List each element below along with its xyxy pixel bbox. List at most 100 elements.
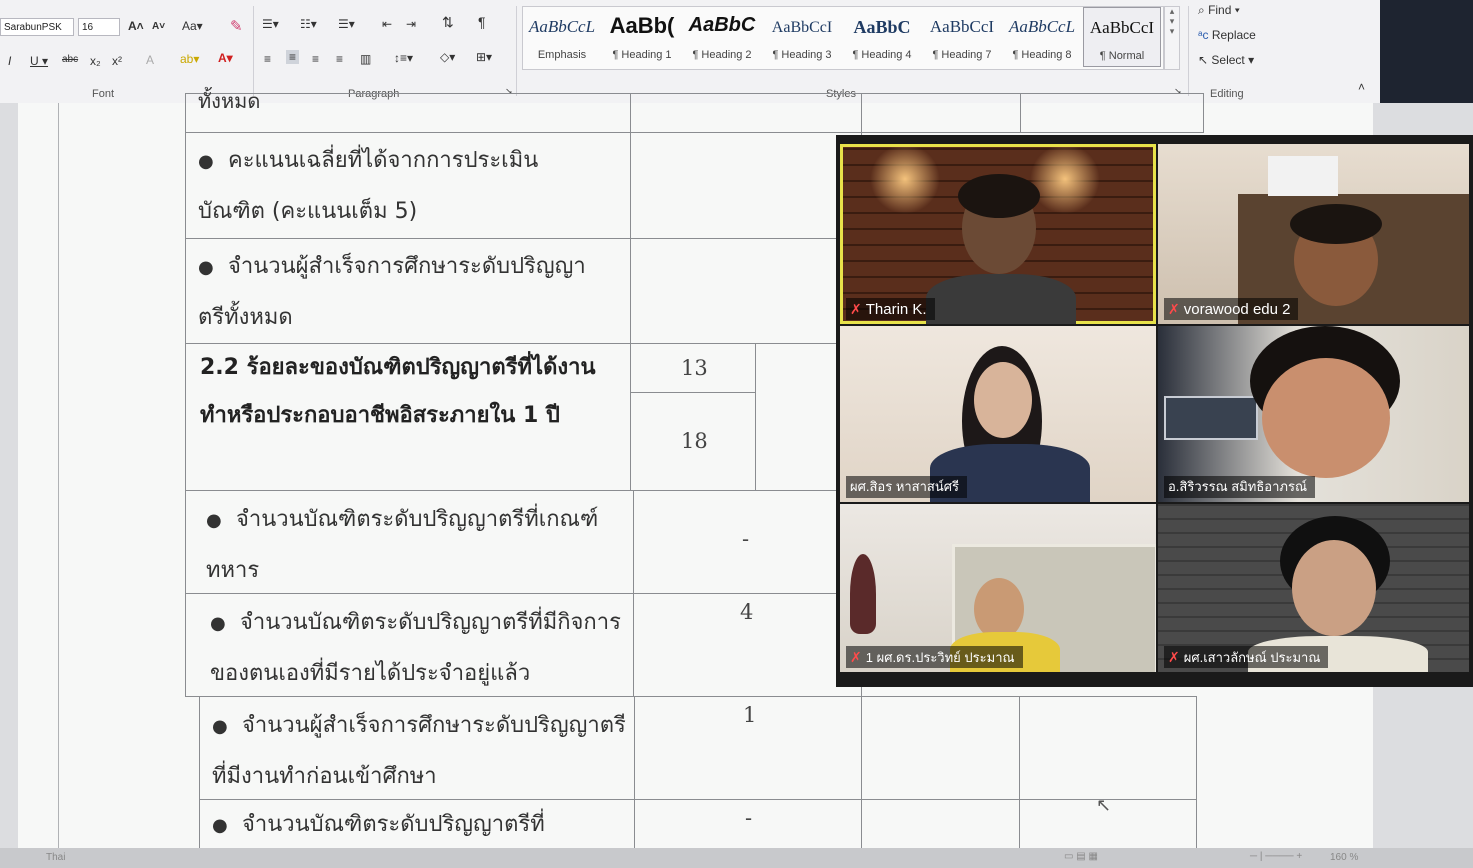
row-text: ● จำนวนบัณฑิตระดับปริญญาตรีที่เกณฑ์ทหาร bbox=[206, 495, 616, 596]
replace-icon: ᵃc bbox=[1198, 28, 1212, 42]
font-size-dropdown[interactable]: 16 bbox=[78, 18, 120, 36]
align-center-icon[interactable]: ≡ bbox=[286, 50, 300, 64]
row-value: - bbox=[742, 527, 750, 551]
line-spacing-icon[interactable]: ↕≡▾ bbox=[394, 51, 413, 65]
style-sample: AaBbCcI bbox=[929, 17, 995, 36]
decrease-indent-icon[interactable]: ⇤ bbox=[382, 17, 392, 31]
wall-decoration bbox=[850, 554, 876, 634]
shading-icon[interactable]: ◇▾ bbox=[440, 50, 455, 64]
highlight-color-icon[interactable]: ab▾ bbox=[180, 52, 199, 66]
distributed-icon[interactable]: ▥ bbox=[360, 52, 371, 66]
language-indicator[interactable]: Thai bbox=[46, 852, 65, 863]
table-row: ● คะแนนเฉลี่ยที่ได้จากการประเมินบัณฑิต (ค… bbox=[185, 132, 631, 239]
text-effects-icon[interactable]: A bbox=[146, 53, 154, 67]
style-sample: AaBbCcI bbox=[1089, 18, 1155, 37]
participant-name: ✗ 1 ผศ.ดร.ประวิทย์ ประมาณ bbox=[846, 646, 1023, 668]
participant-tile[interactable]: ✗ vorawood edu 2 bbox=[1158, 144, 1469, 324]
search-icon: ⌕ bbox=[1198, 3, 1209, 17]
table-row: ● จำนวนผู้สำเร็จการศึกษาระดับปริญญาตรีทั้… bbox=[185, 238, 631, 344]
row-text: ทั้งหมด bbox=[198, 89, 261, 113]
shrink-font-icon[interactable]: A˅ bbox=[152, 21, 165, 32]
background-poster bbox=[1164, 396, 1258, 440]
zoom-level[interactable]: 160 % bbox=[1330, 852, 1358, 863]
printer bbox=[1268, 156, 1338, 196]
bullets-icon[interactable]: ☰▾ bbox=[262, 17, 279, 31]
select-button[interactable]: ↖ Select ▾ bbox=[1198, 53, 1254, 67]
style-name: ¶ Heading 1 bbox=[612, 49, 672, 61]
denominator-value: 18 bbox=[681, 429, 708, 453]
align-left-icon[interactable]: ≡ bbox=[264, 52, 271, 66]
bullet-icon: ● bbox=[206, 510, 222, 531]
superscript-icon[interactable]: x² bbox=[112, 54, 122, 68]
zoom-slider[interactable]: ─ | ──── + bbox=[1250, 851, 1302, 862]
participant-tile[interactable]: ผศ.สิอร หาสาสน์ศรี bbox=[840, 326, 1156, 502]
find-label: Find bbox=[1208, 3, 1232, 17]
table-cell: 18 bbox=[630, 392, 756, 491]
style-heading-2[interactable]: AaBbC ¶ Heading 2 bbox=[683, 7, 761, 67]
style-name: ¶ Normal bbox=[1099, 50, 1145, 62]
bullet-icon: ● bbox=[212, 815, 228, 836]
table-cell bbox=[630, 132, 862, 239]
style-name: ¶ Heading 7 bbox=[932, 49, 992, 61]
style-heading-7[interactable]: AaBbCcI ¶ Heading 7 bbox=[923, 7, 1001, 67]
table-row: ● จำนวนผู้สำเร็จการศึกษาระดับปริญญาตรีที่… bbox=[199, 696, 635, 800]
bullet-icon: ● bbox=[198, 257, 214, 278]
replace-button[interactable]: ᵃc Replace bbox=[1198, 28, 1256, 42]
strikethrough-icon[interactable]: abc bbox=[62, 54, 78, 65]
participant-body bbox=[926, 274, 1076, 324]
table-row: 2.2 ร้อยละของบัณฑิตปริญญาตรีที่ได้งานทำห… bbox=[185, 343, 631, 491]
row-value: 4 bbox=[740, 600, 754, 624]
style-sample: AaBbC bbox=[853, 17, 911, 37]
multilevel-list-icon[interactable]: ☰▾ bbox=[338, 17, 355, 31]
microphone-muted-icon: ✗ bbox=[850, 301, 862, 317]
styles-gallery-scroll[interactable]: ▴ ▾ ▾ bbox=[1164, 6, 1180, 70]
style-sample: AaBbCcI bbox=[771, 19, 833, 36]
table-row: ● จำนวนบัณฑิตระดับปริญญาตรีที่มีกิจการของ… bbox=[185, 593, 634, 697]
style-heading-3[interactable]: AaBbCcI ¶ Heading 3 bbox=[763, 7, 841, 67]
table-cell: ทั้งหมด bbox=[185, 89, 631, 133]
style-normal[interactable]: AaBbCcI ¶ Normal bbox=[1083, 7, 1161, 67]
table-cell: 13 bbox=[630, 343, 756, 393]
font-color-icon[interactable]: A▾ bbox=[218, 51, 233, 65]
participant-tile[interactable]: ✗ ผศ.เสาวลักษณ์ ประมาณ bbox=[1158, 504, 1469, 672]
underline-icon[interactable]: U ▾ bbox=[30, 54, 48, 68]
view-mode-icons[interactable]: ▭ ▤ ▦ bbox=[1064, 851, 1098, 862]
grow-font-icon[interactable]: A˄ bbox=[128, 19, 144, 33]
clear-formatting-icon[interactable]: ✎ bbox=[230, 17, 243, 35]
numbering-icon[interactable]: ☷▾ bbox=[300, 17, 317, 31]
increase-indent-icon[interactable]: ⇥ bbox=[406, 17, 416, 31]
sort-icon[interactable]: ⇅ bbox=[442, 14, 454, 31]
wall-light bbox=[870, 144, 940, 214]
bullet-icon: ● bbox=[198, 151, 214, 172]
row-value: 1 bbox=[743, 703, 757, 727]
style-heading-1[interactable]: AaBb( ¶ Heading 1 bbox=[603, 7, 681, 67]
participant-name: ✗ vorawood edu 2 bbox=[1164, 298, 1299, 320]
cursor-icon: ↖ bbox=[1198, 53, 1212, 67]
style-heading-4[interactable]: AaBbC ¶ Heading 4 bbox=[843, 7, 921, 67]
table-cell bbox=[1019, 696, 1197, 800]
style-emphasis[interactable]: AaBbCcL Emphasis bbox=[523, 7, 601, 67]
table-cell bbox=[630, 238, 862, 344]
find-button[interactable]: ⌕ Find ▾ bbox=[1198, 3, 1240, 18]
italic-icon[interactable]: I bbox=[8, 54, 11, 68]
align-right-icon[interactable]: ≡ bbox=[312, 52, 319, 66]
participant-tile[interactable]: ✗ 1 ผศ.ดร.ประวิทย์ ประมาณ bbox=[840, 504, 1156, 672]
participant-tile[interactable]: ✗ Tharin K. bbox=[840, 144, 1156, 324]
microphone-muted-icon: ✗ bbox=[850, 649, 862, 665]
microphone-muted-icon: ✗ bbox=[1168, 649, 1180, 665]
font-name-dropdown[interactable]: SarabunPSK bbox=[0, 18, 74, 36]
borders-icon[interactable]: ⊞▾ bbox=[476, 50, 492, 64]
justify-icon[interactable]: ≡ bbox=[336, 52, 343, 66]
participant-tile[interactable]: อ.สิริวรรณ สมิทธิอาภรณ์ bbox=[1158, 326, 1469, 502]
change-case-icon[interactable]: Aa▾ bbox=[182, 19, 203, 33]
microphone-muted-icon: ✗ bbox=[1168, 301, 1180, 317]
participant-head bbox=[1292, 540, 1376, 636]
collapse-ribbon-icon[interactable]: ˄ bbox=[1358, 80, 1365, 94]
table-cell bbox=[861, 93, 1021, 133]
participant-head bbox=[974, 578, 1024, 640]
subscript-icon[interactable]: x₂ bbox=[90, 54, 101, 68]
row-text: 2.2 ร้อยละของบัณฑิตปริญญาตรีที่ได้งานทำห… bbox=[200, 355, 596, 428]
style-heading-8[interactable]: AaBbCcL ¶ Heading 8 bbox=[1003, 7, 1081, 67]
row-text: ● จำนวนบัณฑิตระดับปริญญาตรีที่ bbox=[212, 800, 632, 851]
show-formatting-icon[interactable]: ¶ bbox=[478, 14, 486, 30]
